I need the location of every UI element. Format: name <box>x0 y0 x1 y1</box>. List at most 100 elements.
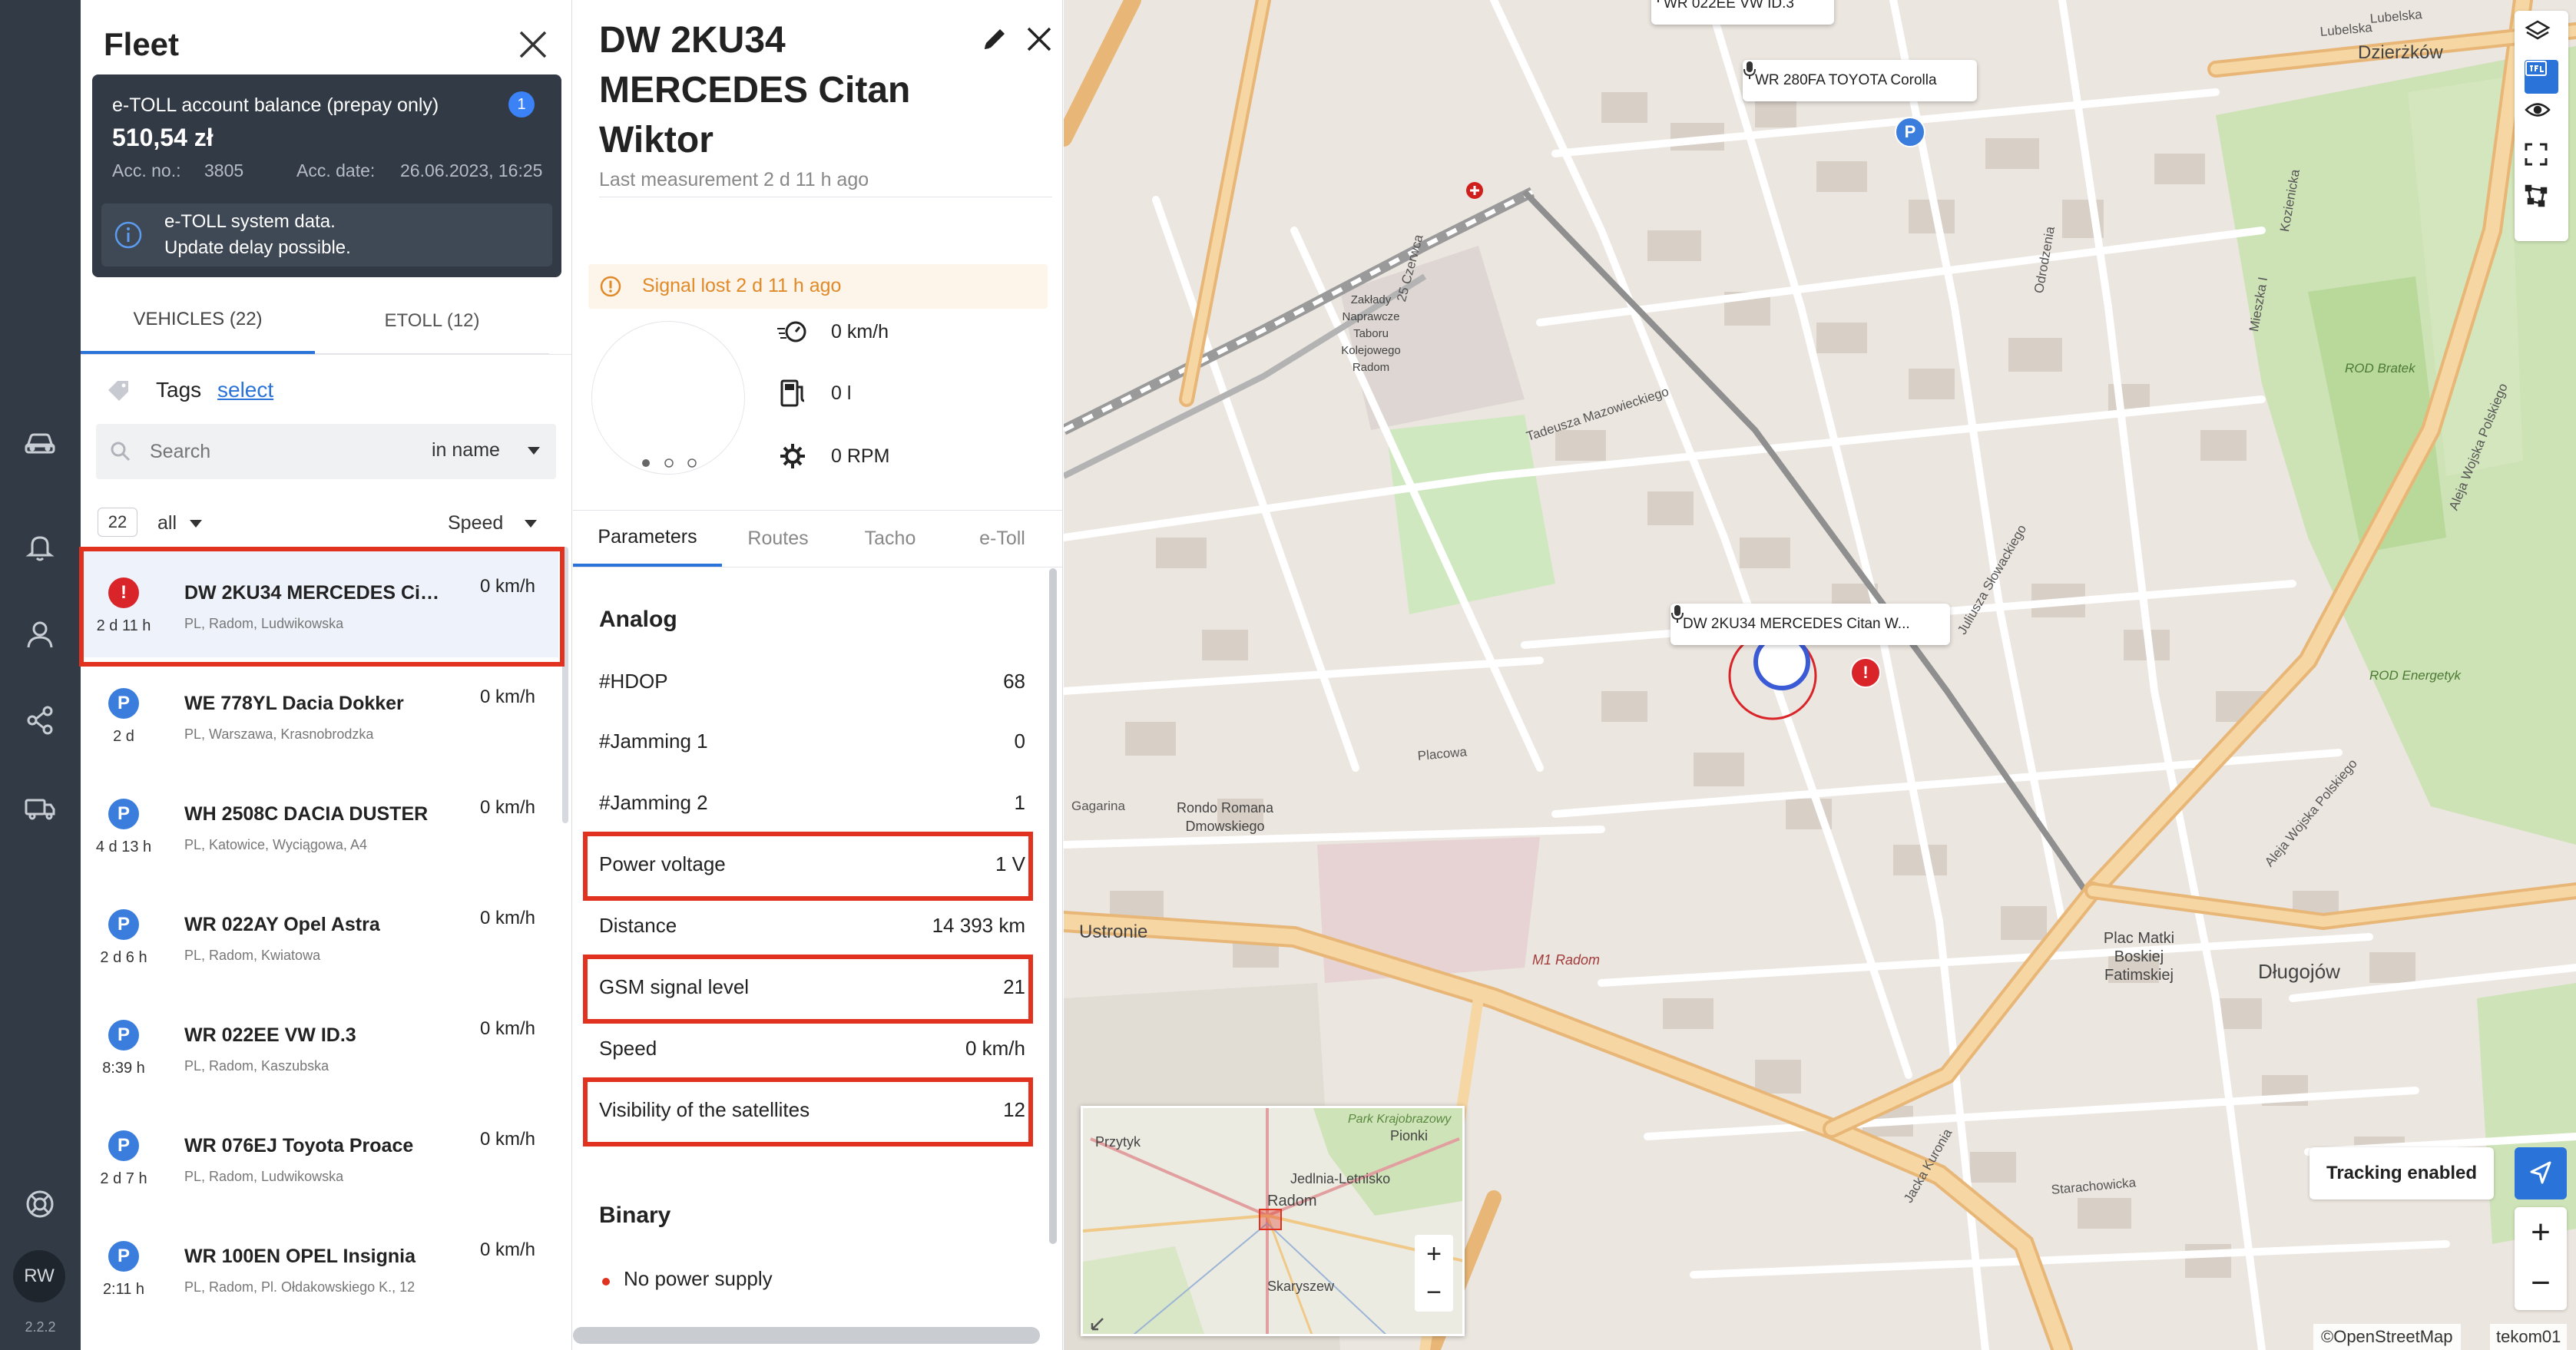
analog-section-title: Analog <box>599 607 677 632</box>
polygon-icon[interactable] <box>2525 184 2558 218</box>
tab-vehicles[interactable]: VEHICLES (22) <box>81 288 315 354</box>
minimap-place: Pionki <box>1390 1128 1429 1143</box>
place-label: Ustronie <box>1079 922 1148 942</box>
last-measurement: Last measurement 2 d 11 h ago <box>599 169 869 190</box>
param-value: 0 km/h <box>965 1037 1025 1060</box>
zoom-out-button[interactable]: − <box>2515 1258 2567 1309</box>
vehicle-title: DW 2KU34 MERCEDES Citan Wiktor <box>599 20 911 160</box>
map-attribution[interactable]: ©OpenStreetMap <box>2313 1324 2461 1350</box>
tab-etoll-detail[interactable]: e-Toll <box>946 510 1058 567</box>
vehicle-row[interactable]: P 2 d 7 h WR 076EJ Toyota Proace PL, Rad… <box>81 1100 558 1210</box>
place-label: Rondo Romana Dmowskiego <box>1176 800 1274 834</box>
user-icon[interactable] <box>17 611 63 657</box>
pencil-icon[interactable] <box>978 23 1011 55</box>
minimap-zoom-in[interactable]: + <box>1415 1235 1453 1273</box>
place-label: ROD Energetyk <box>2369 668 2462 683</box>
speed-gauge <box>591 321 745 475</box>
tab-tacho[interactable]: Tacho <box>834 510 946 567</box>
minimap-zoom-out[interactable]: − <box>1415 1273 1453 1312</box>
expand-icon[interactable] <box>1089 1315 1106 1332</box>
tab-routes[interactable]: Routes <box>722 510 834 567</box>
close-icon[interactable] <box>516 28 550 61</box>
eye-icon[interactable] <box>2525 101 2558 135</box>
tab-parameters[interactable]: Parameters <box>573 510 722 567</box>
etoll-info-line2: Update delay possible. <box>164 237 351 258</box>
search-mode-select[interactable]: in name <box>432 439 500 462</box>
vehicle-row[interactable]: P 2:11 h WR 100EN OPEL Insignia PL, Rado… <box>81 1210 558 1321</box>
gauge-page-dots[interactable] <box>638 458 700 468</box>
vehicle-count-badge: 22 <box>98 508 137 537</box>
place-label: Długojów <box>2258 960 2340 983</box>
zoom-in-button[interactable]: + <box>2515 1207 2567 1258</box>
minimap-place: Radom <box>1267 1193 1317 1209</box>
minimap-zoom: + − <box>1415 1235 1453 1312</box>
vehicle-row[interactable]: P 8:39 h WR 022EE VW ID.3 PL, Radom, Kas… <box>81 989 558 1100</box>
binary-item: No power supply <box>624 1267 773 1290</box>
vehicle-map-label[interactable]: DW 2KU34 MERCEDES Citan W... <box>1670 604 1950 645</box>
overview-minimap[interactable]: Przytyk Pionki Jedlnia-Letnisko Radom Sk… <box>1081 1106 1465 1336</box>
detail-scrollbar[interactable] <box>1049 568 1057 1244</box>
vehicle-speed: 0 km/h <box>480 908 536 928</box>
etoll-icon[interactable] <box>2525 60 2558 94</box>
zoom-controls: + − <box>2515 1207 2567 1310</box>
etoll-balance-card: e-TOLL account balance (prepay only) 1 5… <box>92 74 561 277</box>
map-view[interactable]: Dzierżków Długojów Plac Matki Boskiej Fa… <box>1064 0 2576 1350</box>
fleet-title: Fleet <box>104 26 180 62</box>
gsm-signal-highlight <box>583 955 1033 1024</box>
tags-select-link[interactable]: select <box>217 378 273 402</box>
vehicle-time: 4 d 13 h <box>95 839 152 855</box>
parking-icon: P <box>108 688 139 719</box>
horizontal-scrollbar[interactable] <box>573 1327 1040 1344</box>
tabs-divider <box>81 354 571 355</box>
microphone-icon <box>1671 605 1684 623</box>
minimap-place: Skaryszew <box>1267 1279 1335 1294</box>
param-label: #HDOP <box>599 670 668 693</box>
param-value: 1 <box>1014 791 1025 814</box>
car-icon[interactable] <box>17 419 63 465</box>
info-icon <box>114 221 142 249</box>
binary-bullet <box>602 1278 610 1285</box>
etoll-count-badge: 1 <box>508 91 535 117</box>
chevron-down-icon[interactable] <box>190 520 202 529</box>
truck-icon[interactable] <box>17 785 63 831</box>
bell-icon[interactable] <box>17 524 63 570</box>
vehicle-speed: 0 km/h <box>480 687 536 707</box>
vehicle-row[interactable]: P 2 d 6 h WR 022AY Opel Astra PL, Radom,… <box>81 878 558 989</box>
chevron-down-icon[interactable] <box>528 447 540 456</box>
vehicle-map-label[interactable]: WR 280FA TOYOTA Corolla <box>1743 60 1977 101</box>
layers-icon[interactable] <box>2525 18 2558 52</box>
signal-lost-text: Signal lost 2 d 11 h ago <box>642 275 842 296</box>
sort-select[interactable]: Speed <box>448 512 503 534</box>
vehicle-speed: 0 km/h <box>480 797 536 818</box>
vehicle-location: PL, Radom, Ludwikowska <box>184 1169 344 1184</box>
place-label: Zakłady Naprawcze Taboru Kolejowego Rado… <box>1341 293 1401 374</box>
vehicle-row[interactable]: P 2 d WE 778YL Dacia Dokker PL, Warszawa… <box>81 657 558 768</box>
chevron-down-icon[interactable] <box>525 520 537 529</box>
parking-marker-icon[interactable]: P <box>1895 117 1925 147</box>
map-toolbar <box>2515 11 2568 241</box>
etoll-info-box: e-TOLL system data. Update delay possibl… <box>101 203 552 266</box>
tab-etoll[interactable]: ETOLL (12) <box>315 288 549 354</box>
close-icon[interactable] <box>1025 25 1054 54</box>
vehicle-map-label-text: WR 280FA TOYOTA Corolla <box>1755 72 1937 88</box>
tracking-button[interactable] <box>2515 1147 2567 1199</box>
status-filter-select[interactable]: all <box>157 512 177 534</box>
place-label: Plac Matki Boskiej Fatimskiej <box>2103 930 2175 984</box>
fullscreen-icon[interactable] <box>2525 143 2558 177</box>
vehicle-speed: 0 km/h <box>480 1018 536 1039</box>
vehicle-name: WR 022EE VW ID.3 <box>184 1024 356 1046</box>
help-icon[interactable] <box>17 1181 63 1227</box>
vehicle-map-label-text: WR 022EE VW ID.3 <box>1664 0 1794 12</box>
vehicle-map-label[interactable]: WR 022EE VW ID.3 <box>1651 0 1834 25</box>
place-label: ROD Bratek <box>2345 361 2415 376</box>
param-label: Distance <box>599 914 677 937</box>
search-input[interactable] <box>150 438 380 465</box>
alert-marker-icon[interactable]: ! <box>1850 657 1881 688</box>
nav-rail: RW 2.2.2 <box>0 0 81 1350</box>
vehicle-speed: 0 km/h <box>480 1129 536 1150</box>
vehicle-row[interactable]: P 4 d 13 h WH 2508C DACIA DUSTER PL, Kat… <box>81 768 558 878</box>
vehicle-time: 2:11 h <box>102 1281 145 1298</box>
avatar[interactable]: RW <box>13 1250 65 1302</box>
street-label: Gagarina <box>1071 799 1125 813</box>
share-icon[interactable] <box>17 697 63 743</box>
